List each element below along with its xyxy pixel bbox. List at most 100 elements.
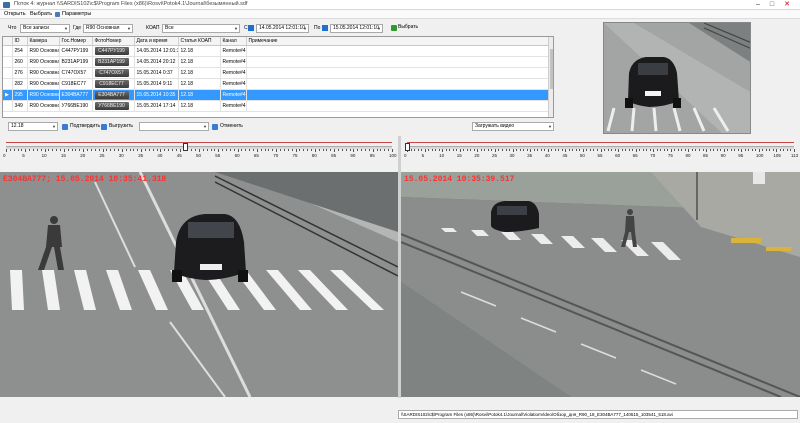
slider-tick-label: 113 [791, 153, 799, 158]
select-button[interactable]: Выбрать [398, 23, 418, 32]
slider-tick [233, 149, 235, 151]
load-video-select[interactable]: Загружать видео ▼ [472, 122, 554, 131]
slider-tick-label: 95 [369, 153, 375, 158]
cell-koap: 12.18 [178, 78, 221, 90]
cell-channel: Remote#4 [220, 89, 247, 101]
what-combo[interactable]: Все записи ▼ [20, 24, 70, 33]
cell-photo: С918ЕС77 [92, 78, 135, 90]
slider-tick [438, 149, 440, 151]
table-row[interactable]: 260R90 ОсновнаяВ231АР199В231АР19914.05.2… [3, 56, 549, 68]
cell-id: 295 [12, 89, 28, 101]
slider-tick [179, 149, 181, 152]
from-date-field[interactable]: 14.05.2014 12:01:10 ▼ [256, 24, 309, 33]
koap-article-value: 12.18 [11, 123, 24, 129]
slider-tick [463, 149, 465, 151]
table-row[interactable]: ▶295R90 ОсновнаяЕ304ВА777Е304ВА77715.05.… [3, 89, 549, 101]
slider-tick [102, 149, 104, 152]
slider-tick [349, 149, 351, 151]
cell-datetime: 14.05.2014 12:01:33 [134, 45, 179, 57]
slider-tick [653, 149, 655, 152]
column-header[interactable]: Статья КОАП [178, 37, 221, 46]
table-row[interactable]: 282R90 ОсновнаяС918ЕС77С918ЕС7715.05.201… [3, 78, 549, 90]
cell-koap: 12.18 [178, 45, 221, 57]
right-video-slider[interactable]: 0 5 10 15 20 25 30 35 40 45 50 55 60 65 70 75 80 85 90 95 10… [401, 139, 800, 161]
slider-tick [36, 149, 38, 151]
slider-tick [9, 149, 11, 151]
slider-tick [551, 149, 553, 151]
to-date-field[interactable]: 15.05.2014 12:01:10 ▼ [330, 24, 383, 33]
slider-tick [575, 149, 577, 151]
close-button[interactable]: ✕ [781, 1, 793, 9]
column-header[interactable]: Камера [27, 37, 60, 46]
reason-select[interactable]: ▼ [139, 122, 209, 131]
where-combo[interactable]: R90 Основная ▼ [83, 24, 133, 33]
slider-tick-label: 5 [22, 153, 25, 158]
slider-tick [164, 149, 166, 151]
column-header[interactable]: Дата и время [134, 37, 179, 46]
menu-params[interactable]: Параметры [62, 11, 91, 17]
cell-channel: Remote#4 [220, 67, 247, 79]
table-row[interactable]: 349R90 ОсновнаяУ766ВЕ190У766ВЕ19015.05.2… [3, 100, 549, 112]
cell-plate: У766ВЕ190 [59, 100, 93, 112]
slider-tick [516, 149, 518, 151]
video-path-field[interactable]: \\SARDIS102\c$\Program Files (x86)\Rosvi… [398, 410, 798, 419]
slider-tick [519, 149, 521, 151]
cell-marker [3, 67, 13, 79]
slider-tick [656, 149, 658, 151]
slider-tick [87, 149, 89, 151]
slider-tick [442, 149, 444, 152]
slider-tick [544, 149, 546, 151]
slider-tick [110, 149, 112, 151]
slider-tick [253, 149, 255, 151]
table-row[interactable]: 254R90 ОсновнаяС447РУ199С447РУ19914.05.2… [3, 45, 549, 57]
koap-article-select[interactable]: 12.18 ▼ [8, 122, 58, 131]
column-header[interactable]: ID [12, 37, 28, 46]
slider-tick [449, 149, 451, 151]
slider-tick [484, 149, 486, 151]
table-row[interactable]: 276R90 ОсновнаяС747ОХ57С747ОХ5715.05.201… [3, 67, 549, 79]
column-header[interactable]: Гос.Номер [59, 37, 93, 46]
cell-plate: Е304ВА777 [59, 89, 93, 101]
slider-tick [368, 149, 370, 151]
slider-knob[interactable] [183, 143, 189, 151]
cancel-button[interactable]: Отменить [220, 122, 243, 131]
slider-tick [663, 149, 665, 151]
slider-tick [684, 149, 686, 151]
slider-tick [276, 149, 278, 152]
slider-tick [512, 149, 514, 152]
slider-tick [384, 149, 386, 151]
menu-select[interactable]: Выбрать [30, 11, 52, 17]
violation-photo [603, 22, 751, 134]
grid-scrollbar[interactable] [548, 37, 553, 117]
column-header[interactable]: ФотоНомер [92, 37, 135, 46]
from-date-value: 14.05.2014 12:01:10 [259, 25, 305, 31]
upload-button[interactable]: Выгрузить [109, 122, 133, 131]
slider-tick [621, 149, 623, 151]
slider-tick [222, 149, 224, 151]
from-checkbox[interactable] [248, 25, 254, 31]
menu-open[interactable]: Открыть [4, 11, 26, 17]
cell-marker: ▶ [3, 89, 13, 101]
cell-plate: С747ОХ57 [59, 67, 93, 79]
slider-tick [561, 149, 563, 151]
slider-tick [283, 149, 285, 151]
slider-tick [779, 149, 781, 151]
minimize-button[interactable]: – [752, 1, 764, 9]
column-header[interactable]: Примечание [246, 37, 549, 46]
maximize-button[interactable]: □ [766, 1, 778, 9]
koap-combo[interactable]: Все ▼ [162, 24, 240, 33]
cell-datetime: 15.05.2014 0:37 [134, 67, 179, 79]
slider-tick [414, 149, 416, 151]
chevron-down-icon: ▼ [64, 26, 68, 31]
slider-tick [218, 149, 220, 152]
slider-tick [249, 149, 251, 151]
left-video-slider[interactable]: 0 5 10 15 20 25 30 35 40 45 50 55 60 65 70 75 80 85 90 95 10… [0, 139, 398, 161]
slider-tick [794, 149, 795, 152]
column-header[interactable]: Канал [220, 37, 247, 46]
to-label: По [314, 25, 321, 31]
confirm-button[interactable]: Подтвердить [70, 122, 100, 131]
column-header[interactable] [3, 37, 13, 46]
slider-knob[interactable] [405, 143, 410, 151]
to-checkbox[interactable] [322, 25, 328, 31]
scrollbar-thumb[interactable] [550, 49, 553, 89]
